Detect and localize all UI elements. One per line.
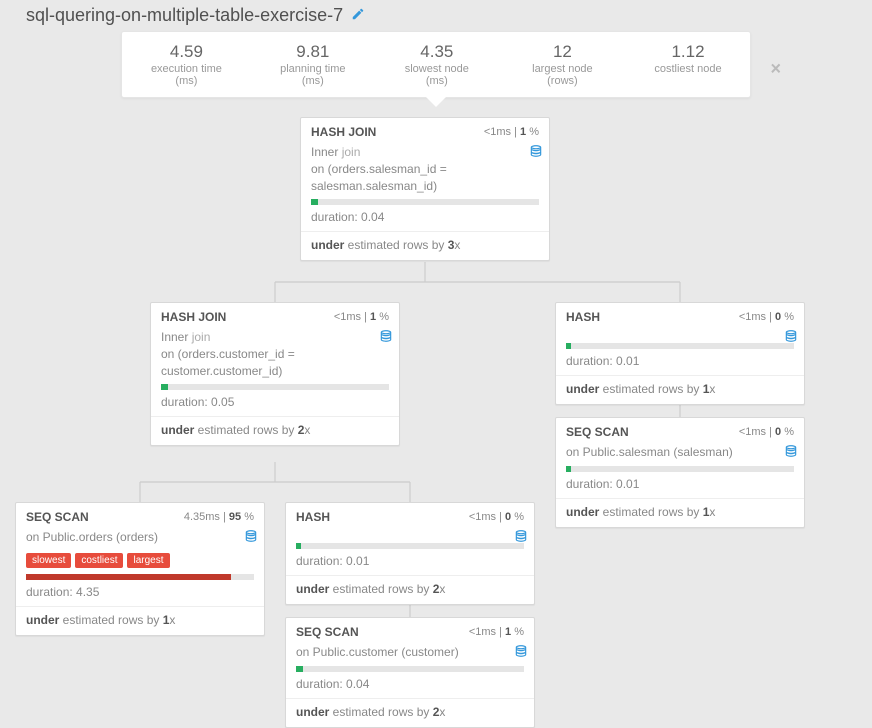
tag-slowest: slowest [26,553,71,568]
node-duration: duration: 0.04 [301,205,549,232]
duration-bar [566,466,794,472]
plan-node[interactable]: SEQ SCAN <1ms | 1 % on Public.customer (c… [285,617,535,728]
duration-bar [566,343,794,349]
duration-bar [161,384,389,390]
tag-largest: largest [127,553,169,568]
node-metrics: 4.35ms | 95 % [184,511,254,523]
duration-bar [296,543,524,549]
node-duration: duration: 0.01 [556,349,804,376]
duration-bar [296,666,524,672]
node-estimate: under estimated rows by 2x [286,576,534,604]
node-name: SEQ SCAN [296,625,359,639]
node-detail: Inner join on (orders.salesman_id = sale… [301,144,549,199]
node-name: SEQ SCAN [566,425,629,439]
node-metrics: <1ms | 1 % [334,311,389,323]
plan-canvas: HASH JOIN <1ms | 1 % Inner join on (order… [0,107,872,667]
stat-execution-time: 4.59execution time (ms) [144,42,229,87]
node-estimate: under estimated rows by 1x [556,376,804,404]
database-icon[interactable] [244,529,258,548]
stat-planning-time: 9.81planning time (ms) [273,42,353,87]
node-estimate: under estimated rows by 2x [286,699,534,727]
node-duration: duration: 4.35 [16,580,264,607]
node-name: HASH JOIN [311,125,376,139]
plan-node[interactable]: SEQ SCAN <1ms | 0 % on Public.salesman (s… [555,417,805,528]
node-detail: on Public.salesman (salesman) [556,444,804,466]
node-estimate: under estimated rows by 1x [556,499,804,527]
plan-node[interactable]: HASH JOIN <1ms | 1 % Inner join on (order… [150,302,400,446]
stat-costliest-node: 1.12costliest node [648,42,728,87]
node-metrics: <1ms | 0 % [739,311,794,323]
database-icon[interactable] [784,444,798,463]
page-title: sql-quering-on-multiple-table-exercise-7 [26,5,343,26]
edit-icon[interactable] [351,7,365,24]
node-detail [556,329,804,343]
database-icon[interactable] [379,329,393,348]
node-estimate: under estimated rows by 3x [301,232,549,260]
node-detail: on Public.customer (customer) [286,644,534,666]
close-icon[interactable]: × [770,59,781,80]
plan-node[interactable]: HASH <1ms | 0 % duration: 0.01 under esti… [555,302,805,405]
node-detail: Inner join on (orders.customer_id = cust… [151,329,399,384]
node-metrics: <1ms | 0 % [739,426,794,438]
node-name: SEQ SCAN [26,510,89,524]
duration-bar [26,574,254,580]
node-estimate: under estimated rows by 2x [151,417,399,445]
title-bar: sql-quering-on-multiple-table-exercise-7 [0,0,872,31]
plan-node[interactable]: SEQ SCAN 4.35ms | 95 % on Public.orders (… [15,502,265,636]
node-metrics: <1ms | 1 % [484,126,539,138]
node-name: HASH [566,310,600,324]
database-icon[interactable] [529,144,543,163]
node-duration: duration: 0.01 [286,549,534,576]
stat-slowest-node: 4.35slowest node (ms) [397,42,477,87]
database-icon[interactable] [514,644,528,663]
stats-row: 4.59execution time (ms) 9.81planning tim… [121,31,751,98]
node-tags: slowest costliest largest [16,551,264,574]
node-detail [286,529,534,543]
node-name: HASH JOIN [161,310,226,324]
node-duration: duration: 0.04 [286,672,534,699]
node-duration: duration: 0.05 [151,390,399,417]
node-metrics: <1ms | 1 % [469,626,524,638]
plan-node[interactable]: HASH <1ms | 0 % duration: 0.01 under esti… [285,502,535,605]
duration-bar [311,199,539,205]
node-detail: on Public.orders (orders) [16,529,264,551]
node-estimate: under estimated rows by 1x [16,607,264,635]
stat-largest-node: 12largest node (rows) [521,42,604,87]
node-name: HASH [296,510,330,524]
stats-panel: 4.59execution time (ms) 9.81planning tim… [121,31,751,107]
tag-costliest: costliest [75,553,123,568]
plan-node[interactable]: HASH JOIN <1ms | 1 % Inner join on (order… [300,117,550,261]
stats-pointer [426,97,446,107]
node-duration: duration: 0.01 [556,472,804,499]
node-metrics: <1ms | 0 % [469,511,524,523]
